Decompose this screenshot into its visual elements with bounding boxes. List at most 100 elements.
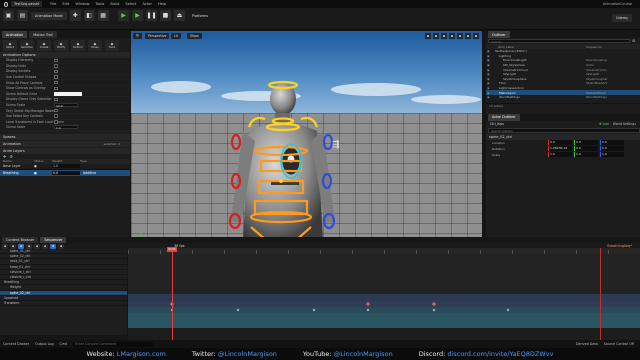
option-checkbox[interactable] [54,75,58,79]
add-actor-icon[interactable]: ✚ [69,10,81,21]
transform-y-input[interactable]: 0.0 [574,140,598,145]
level-viewport[interactable]: ☰ Perspective Lit Show ▪ ▪ ▪ ▪ ▪ ▪ ▪ ⇶ [131,31,482,249]
option-checkbox[interactable] [54,97,58,102]
option-checkbox[interactable] [54,80,58,85]
discord-link[interactable]: discord.com/invite/YaEQ8DZWvv [447,350,553,358]
menu-item-file[interactable]: File [50,2,56,6]
transform-z-input[interactable]: 0.0 [600,146,624,151]
eject-icon[interactable]: ⏏ [174,10,185,21]
udemy-button[interactable]: Udemy [611,14,632,22]
transform-z-input[interactable]: 0.0 [600,140,624,145]
transform-y-input[interactable]: 0.0 [574,146,598,151]
tab-details[interactable]: Actor Outliner [488,113,520,121]
section-animation[interactable]: Animation selected: 0 [0,140,130,147]
layer-row-breathing[interactable]: Breathing ● 0.0 Additive [0,169,130,176]
menu-item-build[interactable]: Build [110,2,119,6]
keyframe-dot[interactable] [432,308,436,312]
search-icon[interactable]: ▪ [10,243,16,249]
tab-outliner[interactable]: Outliner [488,31,510,38]
mode-dropdown[interactable]: Animation Mode [31,11,67,20]
world-settings-button[interactable]: World Settings [613,122,636,126]
keyframe-dot[interactable] [236,308,240,312]
derived-data-button[interactable]: Derived Data [576,342,598,346]
end-marker[interactable] [600,248,601,340]
save-icon[interactable]: ▣ [3,10,14,21]
mode-button-tools[interactable]: ◆ Tools [105,39,119,51]
console-input[interactable]: Enter Console Command [73,341,154,347]
gizmo-scale-input[interactable]: 1.0 [54,125,78,130]
content-drawer-button[interactable]: Content Drawer [3,342,29,346]
option-checkbox[interactable] [54,120,58,124]
layer-weight[interactable]: 0.0 [52,170,80,175]
option-checkbox[interactable] [54,64,58,68]
tab-motion-trail[interactable]: Motion Trail [29,31,57,38]
source-control-button[interactable]: Source Control Off [604,342,634,346]
transform-z-input[interactable]: 1.0 [600,152,624,157]
mode-button-poses[interactable]: ◆ Poses [88,39,102,51]
asset-tab[interactable]: TestSeq.uasset [11,1,43,7]
transform-x-input[interactable]: 0.0 [548,140,572,145]
platforms-button[interactable]: Platforms [192,14,208,18]
key-icon[interactable]: ▪ [42,243,48,249]
snap-icon[interactable]: ▪ [58,243,64,249]
details-search[interactable]: Search Details [488,128,640,133]
options-icon[interactable]: ⚙ [9,154,13,159]
transform-x-input[interactable]: 1.0823E-16 [548,146,572,151]
option-checkbox[interactable] [54,58,58,63]
add-layer-icon[interactable]: ✚ [3,154,6,159]
outliner-search[interactable]: Search... [488,38,630,44]
section-spaces[interactable]: Spaces [0,133,130,140]
menu-item-edit[interactable]: Edit [62,2,69,6]
keyframes[interactable] [128,248,640,340]
layer-status-icon[interactable]: ● [34,171,52,175]
sequencer-timeline[interactable]: 0045 [128,247,640,340]
sequencer-icon[interactable]: ▦ [97,10,109,21]
menu-item-window[interactable]: Window [75,2,89,6]
website-link[interactable]: LMargison.com [117,350,166,358]
layer-status-icon[interactable]: ● [34,164,52,168]
add-track-icon[interactable]: ▪ [18,243,24,249]
unreal-logo-icon[interactable] [0,0,8,8]
keyframe-dot[interactable] [506,308,510,312]
transform-x-input[interactable]: 1.0 [548,152,572,157]
mode-button-create[interactable]: ◆ Create [37,39,51,51]
filter-icon[interactable]: ⚙ [632,39,640,43]
pause-icon[interactable]: ❚❚ [146,10,157,21]
option-checkbox[interactable] [54,108,58,113]
filter-icon[interactable]: ▪ [26,243,32,249]
menu-item-select[interactable]: Select [125,2,136,6]
keyframe-diamond[interactable] [365,301,371,307]
option-checkbox[interactable] [54,69,58,74]
menu-item-tools[interactable]: Tools [95,2,104,6]
keyframe-dot[interactable] [312,308,316,312]
browse-icon[interactable]: ▤ [17,10,28,21]
mode-button-selection[interactable]: ◆ Selection [20,39,34,51]
play-in-editor-icon[interactable]: ▶ [132,10,143,21]
layer-weight[interactable]: 1.0 [52,164,80,169]
color-swatch[interactable] [54,91,82,96]
youtube-link[interactable]: @LincolnMargison [334,350,393,358]
keyframe-diamond[interactable] [431,301,437,307]
output-log-button[interactable]: Output Log [35,342,53,346]
camera-icon[interactable]: ▪ [34,243,40,249]
stop-icon[interactable]: ■ [160,10,171,21]
gizmo-scale-input[interactable]: 10.0 [54,103,78,108]
outliner-row[interactable]: ◉ WorldSettings WorldSettings [486,95,640,100]
mode-button-modify[interactable]: ◆ Modify [54,39,68,51]
tab-animation[interactable]: Animation [2,31,28,38]
cmd-button[interactable]: Cmd [60,342,68,346]
layer-type[interactable]: Additive [80,171,96,175]
auto-key-icon[interactable]: ▪ [50,243,56,249]
playhead[interactable] [172,248,173,340]
menu-item-help[interactable]: Help [158,2,166,6]
menu-item-actor[interactable]: Actor [142,2,151,6]
mode-button-select[interactable]: ◆ Select [3,39,17,51]
option-checkbox[interactable] [54,86,58,91]
sequencer-track[interactable]: Transform [0,301,127,307]
add-component-button[interactable]: ✚ Add [599,122,609,126]
save-icon[interactable]: ▪ [2,243,8,249]
twitter-link[interactable]: @LincolnMargison [218,350,277,358]
blueprint-icon[interactable]: ◧ [83,10,95,21]
keyframe-dot[interactable] [366,308,370,312]
option-checkbox[interactable] [54,114,58,118]
